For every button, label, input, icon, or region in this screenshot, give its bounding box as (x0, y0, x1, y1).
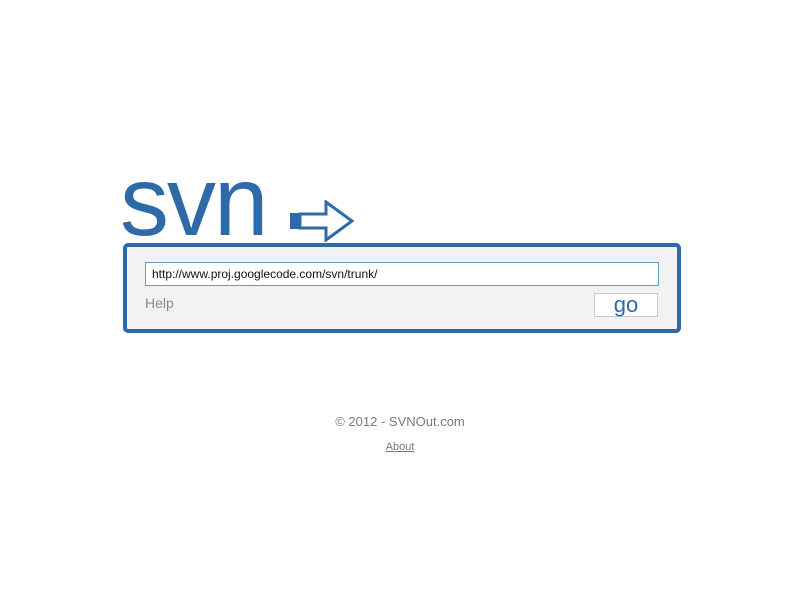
copyright-text: © 2012 - SVNOut.com (335, 414, 465, 429)
page: svn Help go © 2012 - SVNOut.com About (0, 0, 800, 600)
logo-text: svn (120, 146, 269, 256)
arrow-right-icon (290, 200, 355, 242)
search-panel: Help go (123, 243, 681, 333)
help-link[interactable]: Help (145, 295, 174, 311)
url-input[interactable] (145, 262, 659, 286)
about-container: About (0, 441, 800, 453)
about-link[interactable]: About (386, 441, 415, 453)
go-button[interactable]: go (594, 293, 658, 317)
